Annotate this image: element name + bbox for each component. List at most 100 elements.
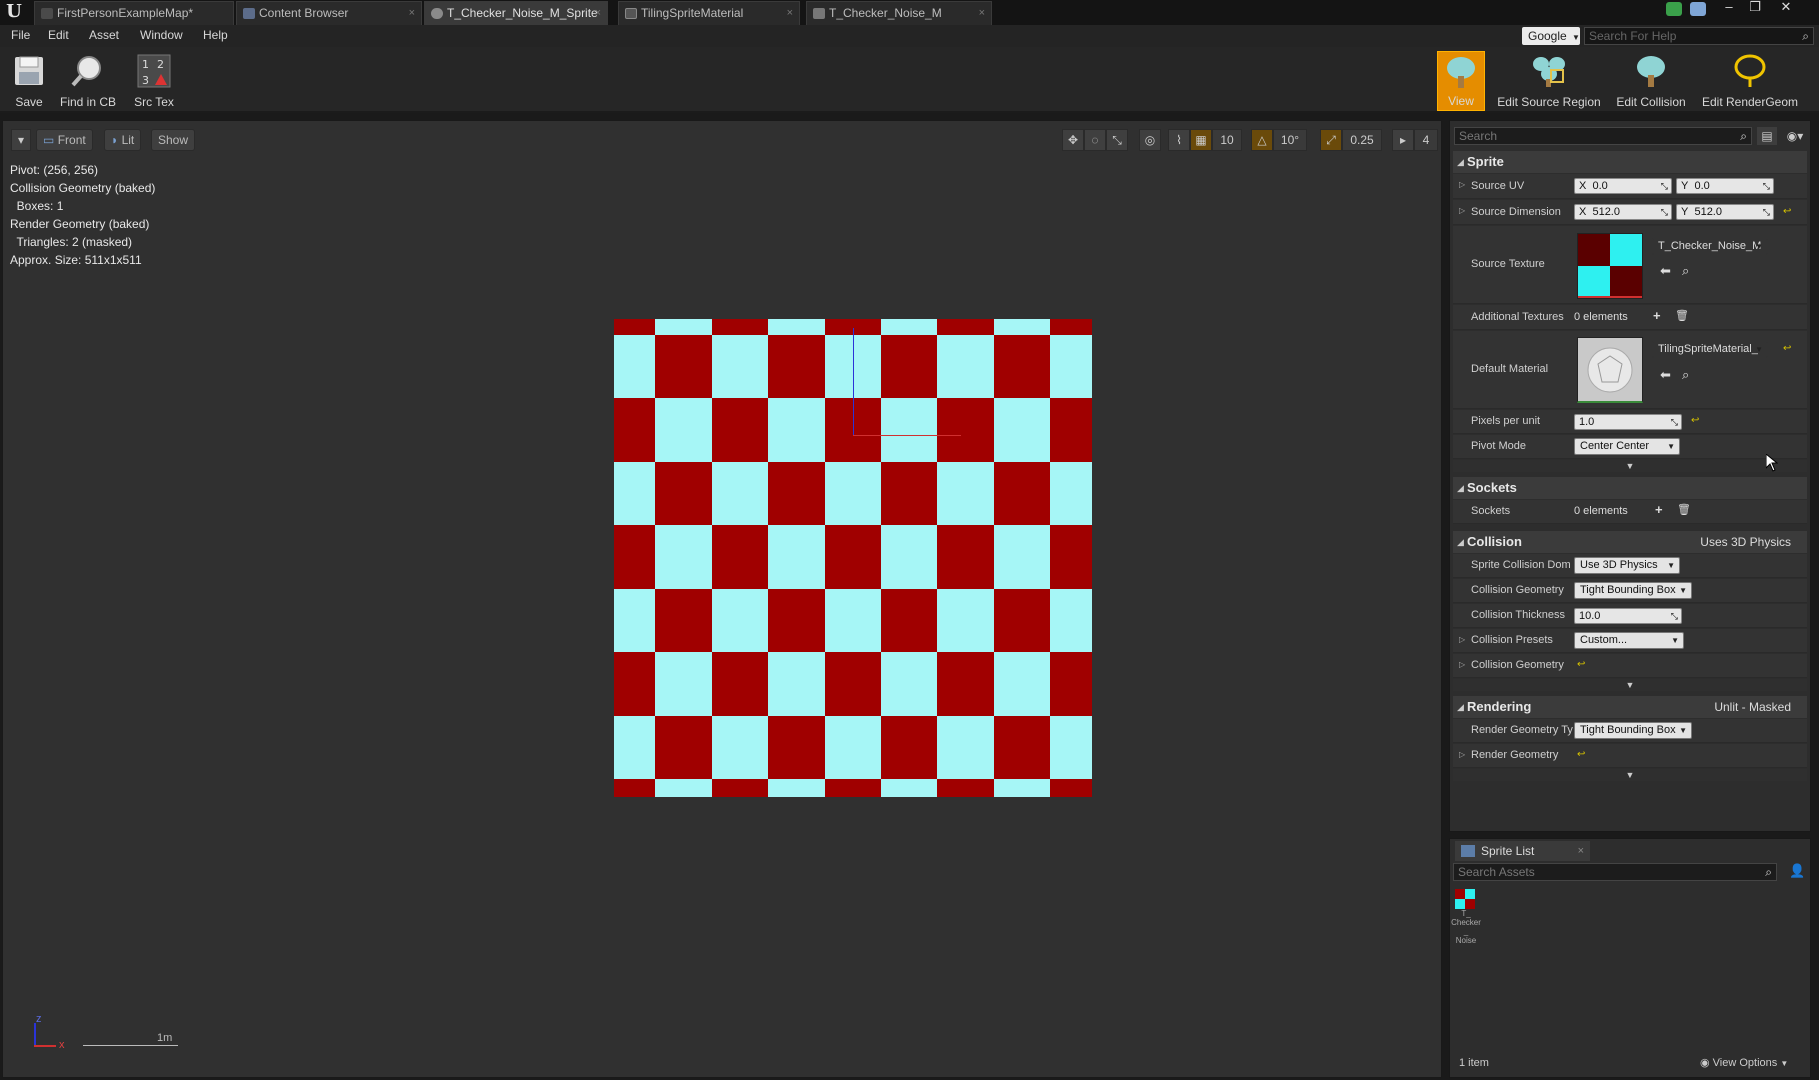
reset-to-default-icon[interactable]: ↩ bbox=[1783, 343, 1791, 354]
checker-cell bbox=[993, 398, 1052, 463]
pixels-per-unit-field[interactable]: 1.0 ⤡ bbox=[1574, 414, 1682, 430]
view-mode-front-button[interactable]: ▭ Front bbox=[36, 129, 93, 151]
show-advanced-chevron-icon[interactable]: ▼ bbox=[1453, 769, 1807, 781]
default-material-dropdown[interactable]: TilingSpriteMaterial_ bbox=[1652, 341, 1768, 358]
category-sprite[interactable]: ◢ Sprite bbox=[1453, 151, 1807, 173]
expand-arrow-icon[interactable]: ▷ bbox=[1459, 206, 1465, 215]
property-matrix-icon[interactable]: ▤ bbox=[1757, 127, 1777, 145]
lit-mode-button[interactable]: ◗ Lit bbox=[104, 129, 142, 151]
tab-sprite-list[interactable]: Sprite List × bbox=[1455, 841, 1590, 861]
browse-search-icon[interactable]: ⌕ bbox=[1682, 367, 1689, 383]
collision-geometry-type-dropdown[interactable]: Tight Bounding Box bbox=[1574, 582, 1692, 599]
checker-cell bbox=[1050, 779, 1092, 797]
menu-edit[interactable]: Edit bbox=[48, 28, 69, 42]
user-filter-icon[interactable]: 👤 bbox=[1789, 863, 1805, 879]
grid-snap-value[interactable]: 10 bbox=[1212, 129, 1242, 151]
minimize-icon[interactable]: – bbox=[1718, 0, 1740, 16]
expand-arrow-icon[interactable]: ▷ bbox=[1459, 660, 1465, 669]
asset-search-input[interactable]: Search Assets ⌕ bbox=[1453, 863, 1777, 881]
close-window-icon[interactable]: ✕ bbox=[1775, 0, 1797, 16]
edit-collision-button[interactable]: Edit Collision bbox=[1611, 51, 1691, 111]
close-icon[interactable]: × bbox=[787, 2, 793, 24]
view-options-button[interactable]: ◉ View Options ▼ bbox=[1700, 1056, 1788, 1069]
menu-help[interactable]: Help bbox=[203, 28, 228, 42]
reset-to-default-icon[interactable]: ↩ bbox=[1577, 749, 1585, 760]
trash-icon[interactable]: 🗑 bbox=[1677, 503, 1691, 516]
rotation-snap-icon[interactable]: △ bbox=[1251, 129, 1273, 151]
scale-snap-icon[interactable]: ⤢ bbox=[1320, 129, 1342, 151]
rotation-snap-value[interactable]: 10° bbox=[1273, 129, 1307, 151]
close-icon[interactable]: × bbox=[979, 2, 985, 24]
reset-to-default-icon[interactable]: ↩ bbox=[1691, 415, 1699, 426]
source-texture-thumbnail[interactable] bbox=[1577, 233, 1643, 299]
source-texture-button[interactable]: 123 Src Tex bbox=[128, 51, 180, 111]
expand-arrow-icon[interactable]: ▷ bbox=[1459, 180, 1465, 189]
source-uv-y-field[interactable]: Y 0.0 ⤡ bbox=[1676, 178, 1774, 194]
source-control-icon[interactable] bbox=[1666, 2, 1682, 16]
show-advanced-chevron-icon[interactable]: ▼ bbox=[1453, 460, 1807, 472]
use-selected-arrow-icon[interactable]: ⬅ bbox=[1660, 367, 1671, 383]
tab-tiling-sprite-material[interactable]: TilingSpriteMaterial × bbox=[618, 1, 800, 25]
checker-cell bbox=[655, 652, 713, 717]
source-dimension-x-field[interactable]: X 512.0 ⤡ bbox=[1574, 204, 1672, 220]
menu-file[interactable]: File bbox=[11, 28, 30, 42]
show-advanced-chevron-icon[interactable]: ▼ bbox=[1453, 679, 1807, 691]
close-icon[interactable]: × bbox=[409, 2, 415, 24]
use-selected-arrow-icon[interactable]: ⬅ bbox=[1660, 263, 1671, 279]
sprite-asset-tile[interactable]: T_ Checker _ Noise bbox=[1451, 889, 1481, 945]
render-geometry-type-dropdown[interactable]: Tight Bounding Box bbox=[1574, 722, 1692, 739]
edit-source-region-button[interactable]: Edit Source Region bbox=[1494, 51, 1604, 111]
viewport-options-dropdown[interactable]: ▾ bbox=[11, 129, 31, 151]
trash-icon[interactable]: 🗑 bbox=[1675, 309, 1689, 322]
reset-to-default-icon[interactable]: ↩ bbox=[1577, 659, 1585, 670]
surface-snap-icon[interactable]: ⌇ bbox=[1168, 129, 1190, 151]
eye-visibility-icon[interactable]: ◉▾ bbox=[1781, 127, 1809, 145]
tab-firstpersonexamplemap[interactable]: FirstPersonExampleMap* bbox=[34, 1, 234, 25]
tab-content-browser[interactable]: Content Browser × bbox=[236, 1, 422, 25]
category-collision[interactable]: ◢ Collision Uses 3D Physics bbox=[1453, 531, 1807, 553]
collision-presets-dropdown[interactable]: Custom... bbox=[1574, 632, 1684, 649]
restore-icon[interactable]: ❐ bbox=[1744, 0, 1766, 16]
notification-icon[interactable] bbox=[1690, 2, 1706, 16]
scale-snap-value[interactable]: 0.25 bbox=[1342, 129, 1382, 151]
search-engine-dropdown[interactable]: Google ▼ bbox=[1522, 27, 1580, 45]
grid-snap-icon[interactable]: ▦ bbox=[1190, 129, 1212, 151]
tab-sprite-editor[interactable]: T_Checker_Noise_M_Sprite × bbox=[424, 1, 608, 25]
source-texture-dropdown[interactable]: T_Checker_Noise_M bbox=[1652, 238, 1768, 255]
translate-tool-icon[interactable]: ✥ bbox=[1062, 129, 1084, 151]
checker-cell bbox=[993, 652, 1052, 717]
close-icon[interactable]: × bbox=[1578, 841, 1584, 861]
menu-window[interactable]: Window bbox=[140, 28, 183, 42]
scale-tool-icon[interactable]: ⤡ bbox=[1106, 129, 1128, 151]
sprite-viewport[interactable]: ▾ ▭ Front ◗ Lit Show ✥ ◌ ⤡ ◎ ⌇ ▦ 10 △ 10… bbox=[2, 120, 1442, 1078]
camera-speed-value[interactable]: 4 bbox=[1414, 129, 1438, 151]
add-element-icon[interactable]: + bbox=[1655, 502, 1663, 517]
checker-cell bbox=[993, 319, 1052, 336]
view-mode-button[interactable]: View bbox=[1437, 51, 1485, 111]
tab-t-checker-noise-m[interactable]: T_Checker_Noise_M × bbox=[806, 1, 992, 25]
source-dimension-y-field[interactable]: Y 512.0 ⤡ bbox=[1676, 204, 1774, 220]
find-in-cb-button[interactable]: Find in CB bbox=[58, 51, 118, 111]
collision-thickness-field[interactable]: 10.0 ⤡ bbox=[1574, 608, 1682, 624]
default-material-thumbnail[interactable] bbox=[1577, 337, 1643, 403]
help-search-input[interactable]: Search For Help ⌕ bbox=[1584, 27, 1814, 45]
show-flags-button[interactable]: Show bbox=[151, 129, 196, 151]
reset-to-default-icon[interactable]: ↩ bbox=[1783, 206, 1791, 217]
edit-rendergeom-button[interactable]: Edit RenderGeom bbox=[1700, 51, 1800, 111]
details-search-input[interactable]: Search ⌕ bbox=[1454, 127, 1752, 145]
collision-domain-dropdown[interactable]: Use 3D Physics bbox=[1574, 557, 1680, 574]
rotate-tool-icon[interactable]: ◌ bbox=[1084, 129, 1106, 151]
close-icon[interactable]: × bbox=[595, 2, 601, 24]
menu-asset[interactable]: Asset bbox=[89, 28, 119, 42]
browse-search-icon[interactable]: ⌕ bbox=[1682, 263, 1689, 279]
category-rendering[interactable]: ◢ Rendering Unlit - Masked bbox=[1453, 696, 1807, 718]
expand-arrow-icon[interactable]: ▷ bbox=[1459, 750, 1465, 759]
source-uv-x-field[interactable]: X 0.0 ⤡ bbox=[1574, 178, 1672, 194]
world-local-icon[interactable]: ◎ bbox=[1139, 129, 1161, 151]
add-element-icon[interactable]: + bbox=[1653, 308, 1661, 323]
category-sockets[interactable]: ◢ Sockets bbox=[1453, 477, 1807, 499]
expand-arrow-icon[interactable]: ▷ bbox=[1459, 635, 1465, 644]
camera-speed-icon[interactable]: ▸ bbox=[1392, 129, 1414, 151]
save-button[interactable]: Save bbox=[4, 51, 54, 111]
pivot-mode-dropdown[interactable]: Center Center bbox=[1574, 438, 1680, 455]
